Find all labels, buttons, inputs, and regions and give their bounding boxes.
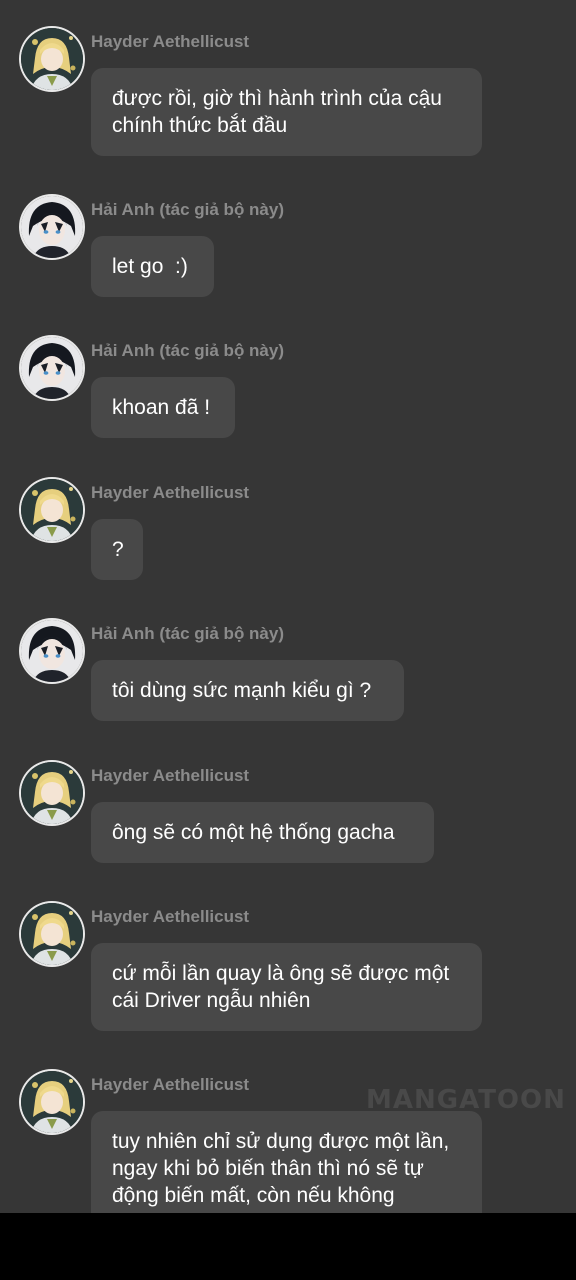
message-bubble[interactable]: khoan đã !: [91, 377, 235, 438]
sender-name: Hải Anh (tác giả bộ này): [91, 200, 285, 219]
message-text: ông sẽ có một hệ thống gacha: [112, 821, 395, 844]
watermark: MANGATOON: [366, 1085, 566, 1115]
sender-name: Hayder Aethellicust: [91, 1075, 250, 1094]
message-bubble[interactable]: tuy nhiên chỉ sử dụng được một lần, ngay…: [91, 1111, 482, 1213]
sender-name: Hải Anh (tác giả bộ này): [91, 624, 285, 643]
message-bubble[interactable]: tôi dùng sức mạnh kiểu gì ?: [91, 660, 404, 721]
message-bubble[interactable]: được rồi, giờ thì hành trình của cậu chí…: [91, 68, 482, 156]
chat-screen: Hayder Aethellicust được rồi, giờ thì hà…: [0, 0, 576, 1213]
blonde-character-avatar-icon[interactable]: [21, 903, 83, 965]
blonde-character-avatar-icon[interactable]: [21, 28, 83, 90]
sender-name: Hải Anh (tác giả bộ này): [91, 341, 285, 360]
blonde-character-avatar-icon[interactable]: [21, 479, 83, 541]
message-bubble[interactable]: cứ mỗi lần quay là ông sẽ được một cái D…: [91, 943, 482, 1031]
message-text: let go :): [112, 255, 188, 278]
blonde-character-avatar-icon[interactable]: [21, 1071, 83, 1133]
sender-name: Hayder Aethellicust: [91, 907, 250, 926]
sender-name: Hayder Aethellicust: [91, 766, 250, 785]
blonde-character-avatar-icon[interactable]: [21, 762, 83, 824]
message-text: tuy nhiên chỉ sử dụng được một lần, ngay…: [112, 1130, 456, 1207]
dark-hair-character-avatar-icon[interactable]: [21, 337, 83, 399]
message-bubble[interactable]: ?: [91, 519, 143, 580]
message-text: khoan đã !: [112, 396, 211, 419]
sender-name: Hayder Aethellicust: [91, 483, 250, 502]
bottom-black-bar: [0, 1213, 576, 1280]
message-text: được rồi, giờ thì hành trình của cậu chí…: [112, 87, 448, 137]
message-bubble[interactable]: let go :): [91, 236, 214, 297]
sender-name: Hayder Aethellicust: [91, 32, 250, 51]
message-bubble[interactable]: ông sẽ có một hệ thống gacha: [91, 802, 434, 863]
dark-hair-character-avatar-icon[interactable]: [21, 196, 83, 258]
message-text: ?: [112, 538, 124, 561]
dark-hair-character-avatar-icon[interactable]: [21, 620, 83, 682]
message-text: cứ mỗi lần quay là ông sẽ được một cái D…: [112, 962, 456, 1012]
message-text: tôi dùng sức mạnh kiểu gì ?: [112, 679, 372, 702]
